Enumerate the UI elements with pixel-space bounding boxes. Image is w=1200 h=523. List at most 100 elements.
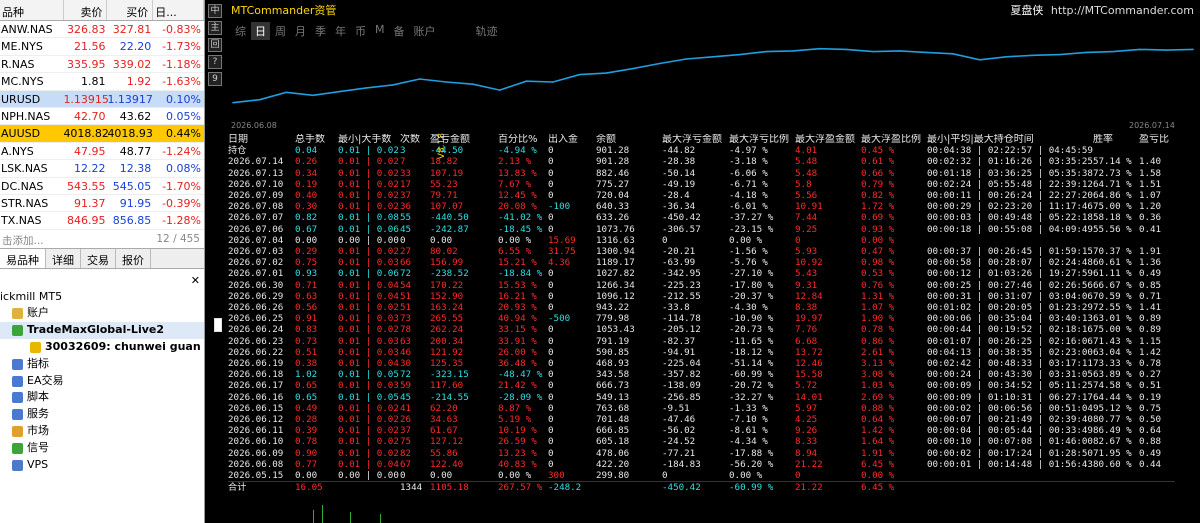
col-ask-header[interactable]: 买价 [107,0,154,20]
table-cell: 60.61 % [1092,257,1132,269]
market-watch-row[interactable]: R.NAS 335.95 339.02 -1.18% [0,56,204,74]
market-watch-row[interactable]: MC.NYS 1.81 1.92 -1.63% [0,73,204,91]
equity-point [1138,48,1141,51]
table-cell: 00:01:02 | 00:20:05 | 01:23:29 [927,302,1093,314]
table-cell: 2026.06.15 [228,402,284,414]
table-cell: -20.37 % [729,290,774,302]
table-cell: 26.00 % [498,346,537,358]
table-cell: -48.47 % [498,369,543,381]
market-watch-row[interactable]: ME.NYS 21.56 22.20 -1.73% [0,38,204,56]
table-cell: 0.67 [295,223,318,235]
market-watch-row[interactable]: A.NYS 47.95 48.77 -1.24% [0,143,204,161]
table-cell: 55.23 [430,178,458,190]
navigator-item[interactable]: 脚本 [0,389,204,406]
table-cell: 0 [548,458,554,470]
navigator-item[interactable]: 30032609: chunwei guan [0,339,204,356]
table-cell: 12.45 % [498,190,537,202]
table-cell: 0.01 | 0.06 [338,223,399,235]
table-cell: 82 [400,447,412,459]
table-cell: 72 [400,369,412,381]
col-symbol-header[interactable]: 品种 [0,0,64,20]
market-watch-row[interactable]: TX.NAS 846.95 856.85 -1.28% [0,212,204,230]
equity-point [232,101,234,104]
table-cell: 127.12 [430,436,464,448]
tab-trading[interactable]: 交易 [81,248,116,268]
table-cell: 0.41 [1138,223,1162,235]
table-cell: -1.56 % [729,246,768,258]
tool-button-nine[interactable]: 9 [208,72,222,86]
tool-button-center[interactable]: 中 [208,4,222,18]
folder-icon [12,308,23,320]
table-cell: 0.49 [1138,447,1162,459]
market-watch-row[interactable]: NPH.NAS 42.70 43.62 0.05% [0,108,204,126]
tool-button-main[interactable]: 主 [208,21,222,35]
table-cell: -6.06 % [729,167,768,179]
table-cell: 0 [548,425,554,437]
market-watch-header: 品种 卖价 买价 日... [0,0,204,21]
table-cell: 45 [400,391,412,403]
navigator-item[interactable]: 市场 [0,423,204,440]
symbol-name: AUUSD [1,127,41,141]
table-cell: 74.58 % [1092,380,1132,392]
col-change-header[interactable]: 日... [153,0,204,20]
table-cell: 0 [548,178,554,190]
table-cell: -10.90 % [729,313,774,325]
user-icon [30,341,41,353]
table-cell: 1.36 [1138,257,1162,269]
market-watch-row[interactable]: URUSD 1.13915 1.13917 0.10% [0,90,204,108]
col-bid-header[interactable]: 卖价 [64,0,108,20]
table-cell: 10.19 % [498,425,537,437]
table-cell: 75 [400,436,412,448]
language-switch[interactable]: 夏盘侠 [1010,4,1043,17]
navigator-root[interactable]: ickmill MT5 [0,289,204,306]
close-icon[interactable]: ✕ [191,274,200,289]
navigator-item[interactable]: TradeMaxGlobal-Live2 [0,322,204,340]
tab-details[interactable]: 详细 [46,248,81,268]
table-cell: -28.09 % [498,391,543,403]
navigator-item[interactable]: 服务 [0,406,204,423]
table-cell: -4.34 % [729,436,768,448]
table-cell: 0 [662,234,668,246]
market-watch-row[interactable]: ANW.NAS 326.83 327.81 -0.83% [0,21,204,39]
navigator-item[interactable]: 信号 [0,440,204,457]
navigator-item[interactable]: 账户 [0,305,204,322]
indicator-icon [12,358,23,370]
table-cell: 34.63 [430,414,458,426]
navigator-item[interactable]: VPS [0,457,204,474]
market-watch-row[interactable]: AUUSD 4018.82 4018.93 0.44% [0,125,204,143]
table-cell: -94.91 [662,346,696,358]
table-cell: -184.83 [662,458,701,470]
add-symbol-link[interactable]: 击添加... [2,233,44,248]
table-cell: 2026.07.08 [228,201,284,213]
market-watch-row[interactable]: STR.NAS 91.37 91.95 -0.39% [0,195,204,213]
daily-change: 0.44% [166,127,201,141]
table-cell: 0 [548,414,554,426]
table-cell: 0 [548,380,554,392]
tab-quotes[interactable]: 报价 [116,248,151,268]
table-cell: -225.04 [662,358,701,370]
tool-button-back[interactable]: 回 [208,38,222,52]
table-cell: 15.69 [548,234,576,246]
table-cell: -60.99 % [729,481,795,494]
table-cell: 5.48 [795,156,818,168]
market-watch-row[interactable]: LSK.NAS 12.22 12.38 0.08% [0,160,204,178]
navigator-item[interactable]: EA交易 [0,373,204,390]
market-watch-row[interactable]: DC.NAS 543.55 545.05 -1.70% [0,178,204,195]
navigator-item[interactable]: 指标 [0,356,204,373]
table-cell: 2026.06.17 [228,380,284,392]
tool-button-help[interactable]: ? [208,55,222,69]
table-cell: 12.84 [795,290,823,302]
ask-price: 1.92 [126,75,152,89]
equity-point [552,81,554,83]
table-cell [1139,470,1175,482]
table-cell: 1.15 [1138,335,1162,347]
table-cell: 66.67 % [1092,279,1132,291]
table-cell: 10.92 [795,257,823,269]
ask-price: 4018.93 [107,127,153,141]
table-cell: 2026.05.15 [228,470,284,482]
website-link[interactable]: http://MTCommander.com [1051,4,1194,17]
table-cell: 1.31 % [861,290,895,302]
table-cell: -500 [548,313,571,325]
tab-symbols[interactable]: 易品种 [0,248,46,268]
table-cell: 0.00 % [498,470,532,482]
